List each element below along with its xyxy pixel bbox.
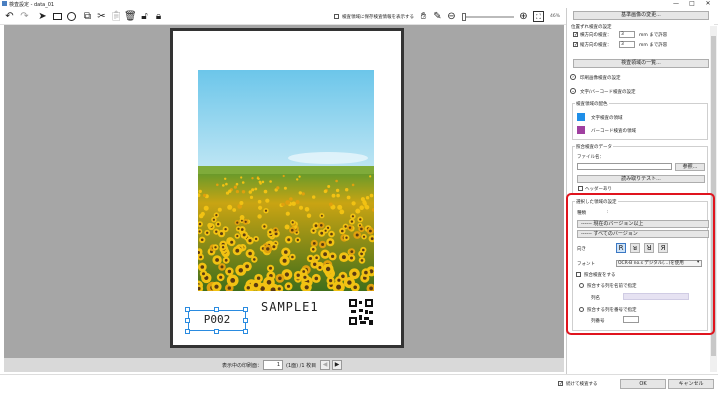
maximize-button[interactable]: □ bbox=[686, 0, 698, 8]
close-button[interactable]: ✕ bbox=[702, 0, 714, 8]
resize-handle-tl[interactable] bbox=[185, 307, 190, 312]
zoom-level: 46% bbox=[550, 14, 561, 19]
resize-handle-bl[interactable] bbox=[185, 329, 190, 334]
tilt-y-checkbox[interactable]: ✓ bbox=[573, 42, 578, 48]
region-list-button[interactable]: 検査領域の一覧... bbox=[573, 59, 709, 68]
tilt-x-unit: mm まで許容 bbox=[639, 33, 668, 38]
header-check-label: ヘッダーあり bbox=[585, 187, 612, 192]
lock-icon[interactable]: 🔒︎ bbox=[153, 11, 164, 22]
browse-button[interactable]: 参照... bbox=[675, 163, 705, 171]
header-checkbox[interactable] bbox=[578, 186, 583, 191]
text-barcode-settings-label[interactable]: 文字/バーコード検査の設定 bbox=[580, 89, 636, 95]
ellipse-icon[interactable] bbox=[66, 11, 77, 22]
app-icon bbox=[2, 1, 7, 6]
page-label: 表示中の印刷面： bbox=[222, 363, 263, 369]
rectangle-icon[interactable] bbox=[52, 11, 63, 22]
page-input[interactable]: 1 bbox=[263, 360, 283, 370]
tilt-y-input[interactable]: 3 bbox=[619, 41, 635, 48]
tilt-x-checkbox[interactable]: ✓ bbox=[573, 32, 578, 38]
selected-text-region[interactable]: P002 bbox=[188, 310, 246, 331]
zoom-slider-thumb[interactable] bbox=[462, 13, 466, 21]
tilt-x-input[interactable]: 3 bbox=[619, 31, 635, 38]
print-settings-label[interactable]: 印刷画像検査の設定 bbox=[580, 75, 621, 81]
barcode-color-swatch[interactable] bbox=[577, 126, 585, 134]
cancel-button[interactable]: キャンセル bbox=[668, 379, 714, 389]
continue-label: 続けて検査する bbox=[566, 382, 598, 387]
tilt-y-unit: mm まで許容 bbox=[639, 43, 668, 48]
resize-handle-tr[interactable] bbox=[243, 307, 248, 312]
page-sheet: SAMPLE1 P002 bbox=[173, 31, 401, 345]
compare-data-title: 照合検査のデータ bbox=[575, 144, 613, 150]
unlock-icon[interactable]: 🔓︎ bbox=[139, 11, 150, 22]
zoom-slider[interactable] bbox=[462, 13, 514, 21]
region-color-group bbox=[572, 103, 708, 140]
cut-icon[interactable]: ✂ bbox=[96, 11, 107, 22]
import-test-button[interactable]: 読み取りテスト... bbox=[577, 175, 705, 183]
tilt-x-label: 横方向の検査： bbox=[580, 33, 612, 38]
text-region-label: 文字検査の領域 bbox=[591, 116, 623, 121]
reference-image-button[interactable]: 基準画像の変更... bbox=[573, 11, 709, 20]
expand-print-icon[interactable]: › bbox=[570, 74, 576, 80]
resize-handle-mr[interactable] bbox=[243, 318, 248, 323]
page-preview: SAMPLE1 P002 bbox=[170, 28, 404, 348]
window-title: 検査設定 - data_01 bbox=[9, 2, 55, 8]
sample-text: SAMPLE1 bbox=[261, 300, 319, 314]
resize-handle-ml[interactable] bbox=[185, 318, 190, 323]
ok-button[interactable]: OK bbox=[620, 379, 666, 389]
text-color-swatch[interactable] bbox=[577, 113, 585, 121]
file-name-label: ファイル名： bbox=[577, 155, 604, 160]
undo-icon[interactable]: ↶ bbox=[4, 11, 15, 22]
highlight-frame bbox=[566, 193, 715, 335]
file-name-input[interactable] bbox=[577, 163, 672, 170]
tilt-y-label: 縦方向の検査： bbox=[580, 43, 612, 48]
next-page-button[interactable]: ▶ bbox=[332, 360, 342, 370]
fit-screen-icon[interactable]: ⛶ bbox=[533, 11, 544, 22]
zoom-out-icon[interactable]: ⊖ bbox=[446, 11, 457, 22]
resize-handle-br[interactable] bbox=[243, 329, 248, 334]
resize-handle-bm[interactable] bbox=[214, 329, 219, 334]
sunflower-photo bbox=[198, 70, 374, 291]
barcode-region-label: バーコード検査の領域 bbox=[591, 129, 636, 134]
page-info: (1面) /1 枚目 bbox=[286, 363, 317, 369]
dialog-footer: ✓ 続けて検査する OK キャンセル bbox=[0, 374, 718, 393]
title-bar: 検査設定 - data_01 — □ ✕ bbox=[0, 0, 718, 8]
pointer-icon[interactable]: ➤ bbox=[37, 11, 48, 22]
minimize-button[interactable]: — bbox=[670, 0, 682, 8]
prev-page-button[interactable]: ◀ bbox=[320, 360, 330, 370]
eyedropper-icon[interactable]: ✎ bbox=[432, 11, 443, 22]
collapse-text-icon[interactable]: ⌄ bbox=[570, 88, 576, 94]
page-navigator: 表示中の印刷面： 1 (1面) /1 枚目 ◀ ▶ bbox=[4, 358, 564, 372]
continue-checkbox[interactable]: ✓ bbox=[558, 381, 563, 387]
hand-icon[interactable]: ✋︎ bbox=[418, 11, 429, 22]
show-other-label: 検査領域に保存検査情報を表示する bbox=[342, 15, 414, 20]
zoom-in-icon[interactable]: ⊕ bbox=[518, 11, 529, 22]
tilt-section-label: 位置ずれ検査の設定 bbox=[571, 25, 612, 30]
paste-icon[interactable]: 📋︎ bbox=[110, 11, 123, 22]
canvas-area[interactable]: SAMPLE1 P002 bbox=[4, 25, 564, 358]
show-other-checkbox[interactable] bbox=[334, 14, 339, 19]
region-color-title: 検査領域の配色 bbox=[575, 101, 609, 107]
delete-icon[interactable]: 🗑︎ bbox=[124, 11, 137, 22]
resize-handle-tm[interactable] bbox=[214, 307, 219, 312]
copy-icon[interactable]: ⧉ bbox=[82, 11, 93, 22]
qr-code bbox=[349, 299, 373, 325]
redo-icon[interactable]: ↷ bbox=[19, 11, 30, 22]
